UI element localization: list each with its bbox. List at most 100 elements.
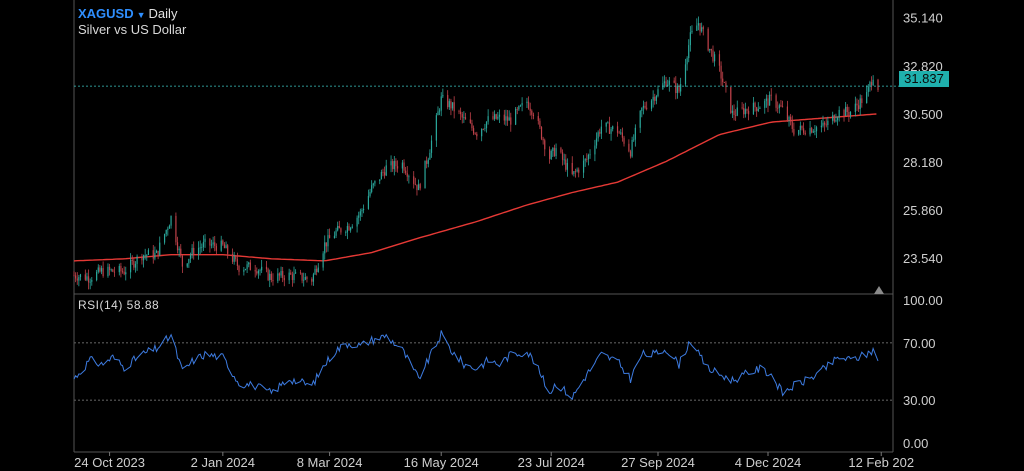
candle-body bbox=[199, 247, 201, 249]
candle-body bbox=[244, 269, 247, 270]
candle-body bbox=[214, 242, 216, 247]
candle-body bbox=[265, 266, 268, 270]
candle-body bbox=[532, 114, 535, 117]
candle-body bbox=[824, 122, 826, 125]
candle-body bbox=[303, 279, 305, 281]
symbol-header[interactable]: XAGUSD ▼ Daily bbox=[78, 6, 177, 21]
candle-body bbox=[440, 96, 442, 111]
candle-body bbox=[553, 147, 556, 157]
candle-body bbox=[304, 277, 306, 280]
candle-body bbox=[369, 191, 371, 196]
scroll-right-icon[interactable] bbox=[874, 286, 884, 294]
caret-down-icon[interactable]: ▼ bbox=[137, 10, 146, 20]
candle-body bbox=[582, 160, 585, 173]
candle-body bbox=[566, 162, 569, 170]
candle-body bbox=[193, 247, 195, 255]
candle-body bbox=[675, 82, 677, 93]
price-axis[interactable]: 35.14032.82030.50028.18025.86023.540 bbox=[903, 11, 943, 266]
scroll-marker[interactable] bbox=[874, 286, 884, 294]
candle-body bbox=[210, 244, 213, 246]
candle-body bbox=[154, 252, 156, 259]
candle-body bbox=[623, 137, 625, 144]
candle-body bbox=[358, 215, 360, 218]
candle-body bbox=[573, 171, 575, 174]
candle-body bbox=[804, 132, 806, 135]
candle-body bbox=[222, 240, 224, 245]
candle-body bbox=[163, 234, 166, 243]
candle-body bbox=[688, 45, 690, 59]
candle-body bbox=[175, 215, 177, 243]
candle-body bbox=[181, 255, 183, 267]
candle-body bbox=[845, 106, 847, 116]
candle-body bbox=[801, 125, 803, 129]
candle-body bbox=[107, 266, 109, 277]
candle-body bbox=[246, 264, 248, 270]
candle-body bbox=[741, 107, 743, 109]
candle-body bbox=[498, 114, 501, 117]
candle-body bbox=[351, 226, 353, 228]
candle-body bbox=[618, 132, 620, 134]
interval-label[interactable]: Daily bbox=[149, 6, 178, 21]
candle-body bbox=[793, 128, 795, 135]
symbol-name[interactable]: XAGUSD bbox=[78, 6, 134, 21]
time-tick-label: 12 Feb 202 bbox=[848, 455, 914, 470]
candle-body bbox=[113, 271, 116, 273]
candle-body bbox=[231, 253, 234, 262]
time-axis[interactable]: 24 Oct 2023 2 Jan 2024 8 Mar 2024 16 May 20… bbox=[74, 452, 914, 470]
candle-body bbox=[134, 263, 137, 268]
candle-body bbox=[435, 115, 437, 141]
candle-body bbox=[99, 267, 101, 272]
candle-body bbox=[220, 240, 222, 251]
candle-body bbox=[476, 133, 478, 137]
candle-body bbox=[634, 127, 636, 140]
price-tick-label: 30.500 bbox=[903, 107, 943, 122]
candle-body bbox=[453, 102, 455, 112]
candle-body bbox=[259, 270, 261, 272]
candle-body bbox=[372, 183, 374, 186]
candle-body bbox=[587, 154, 590, 160]
candle-body bbox=[561, 152, 564, 160]
candle-body bbox=[678, 86, 680, 92]
candle-body bbox=[696, 25, 698, 31]
candle-body bbox=[277, 273, 279, 282]
symbol-description: Silver vs US Dollar bbox=[78, 22, 187, 37]
candle-body bbox=[722, 78, 724, 83]
candle-body bbox=[167, 228, 169, 230]
candle-body bbox=[248, 262, 250, 265]
rsi-tick-label: 0.00 bbox=[903, 436, 928, 451]
candle-body bbox=[312, 274, 315, 282]
candle-body bbox=[812, 131, 814, 133]
candle-body bbox=[832, 115, 834, 121]
candle-body bbox=[752, 102, 755, 115]
candle-body bbox=[856, 103, 858, 106]
candle-body bbox=[846, 106, 848, 112]
candle-body bbox=[689, 32, 691, 46]
candle-body bbox=[426, 160, 428, 164]
candle-body bbox=[448, 101, 450, 108]
candle-body bbox=[401, 162, 403, 169]
candle-body bbox=[744, 109, 746, 115]
rsi-line bbox=[73, 330, 879, 401]
candle-body bbox=[822, 122, 824, 126]
candle-body bbox=[254, 270, 256, 272]
candle-body bbox=[147, 250, 150, 256]
candle-body bbox=[610, 129, 612, 134]
candle-body bbox=[392, 161, 394, 170]
candle-body bbox=[337, 225, 339, 231]
candle-body bbox=[605, 122, 607, 127]
candle-body bbox=[521, 103, 523, 106]
candle-body bbox=[578, 169, 580, 173]
rsi-indicator-label[interactable]: RSI(14) 58.88 bbox=[78, 298, 159, 312]
candle-body bbox=[282, 271, 284, 278]
candle-body bbox=[747, 110, 750, 115]
candle-body bbox=[757, 108, 759, 111]
candle-body bbox=[544, 140, 546, 150]
candle-body bbox=[718, 54, 721, 66]
chart-canvas[interactable]: 35.14032.82030.50028.18025.86023.540 100… bbox=[0, 0, 1024, 471]
candle-body bbox=[529, 108, 531, 111]
candle-body bbox=[437, 111, 439, 116]
candle-body bbox=[291, 274, 293, 281]
rsi-axis[interactable]: 100.00 70.00 30.00 0.00 bbox=[903, 293, 943, 451]
time-tick-label: 27 Sep 2024 bbox=[621, 455, 695, 470]
time-tick-label: 4 Dec 2024 bbox=[735, 455, 802, 470]
